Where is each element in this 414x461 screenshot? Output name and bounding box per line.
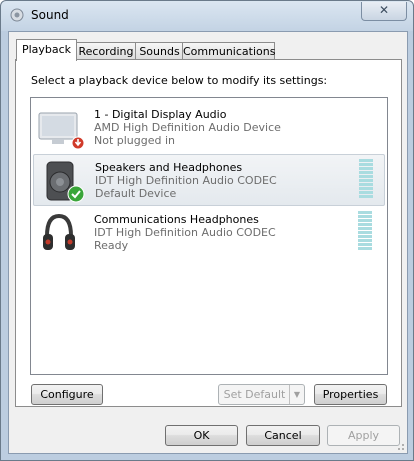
sound-dialog: Sound ✕ Playback Recording Sounds Commun… [0, 0, 414, 461]
configure-button[interactable]: Configure [31, 384, 103, 405]
tab-sounds[interactable]: Sounds [135, 42, 184, 60]
set-default-split-button: Set Default ▼ [218, 384, 305, 405]
close-button[interactable]: ✕ [361, 2, 407, 21]
button-label: OK [193, 429, 210, 442]
device-digital-display-audio[interactable]: 1 - Digital Display Audio AMD High Defin… [33, 102, 383, 152]
volume-meter [359, 159, 373, 201]
instruction-text: Select a playback device below to modify… [31, 74, 328, 87]
headphones-icon [43, 213, 75, 250]
resize-grip-icon[interactable] [395, 441, 405, 451]
button-label: Set Default [223, 388, 286, 401]
chevron-down-icon: ▼ [289, 385, 304, 404]
dialog-client-area: Playback Recording Sounds Communications… [8, 31, 408, 454]
playback-panel: Select a playback device below to modify… [15, 59, 402, 407]
device-name: 1 - Digital Display Audio [94, 108, 227, 121]
device-status: Ready [94, 239, 129, 252]
tab-playback[interactable]: Playback [16, 39, 77, 61]
button-label: Cancel [264, 429, 302, 442]
sound-app-icon [10, 8, 24, 22]
button-label: Configure [40, 388, 94, 401]
device-name: Speakers and Headphones [95, 161, 243, 174]
tab-label: Recording [78, 45, 134, 58]
tab-label: Sounds [139, 45, 180, 58]
device-communications-headphones[interactable]: Communications Headphones IDT High Defin… [33, 207, 383, 257]
unplugged-badge-icon [71, 136, 85, 150]
tab-recording[interactable]: Recording [75, 42, 137, 60]
device-speakers-and-headphones[interactable]: Speakers and Headphones IDT High Definit… [33, 154, 385, 206]
device-status: Default Device [95, 187, 177, 200]
title-bar[interactable]: Sound ✕ [1, 1, 413, 29]
tab-label: Communications [183, 45, 276, 58]
device-name: Communications Headphones [94, 213, 259, 226]
ok-button[interactable]: OK [165, 425, 238, 446]
window-title: Sound [31, 8, 69, 22]
button-label: Apply [347, 429, 380, 442]
device-list[interactable]: 1 - Digital Display Audio AMD High Defin… [30, 97, 388, 375]
close-icon: ✕ [378, 3, 390, 17]
default-check-icon [67, 185, 85, 203]
device-driver: IDT High Definition Audio CODEC [94, 226, 276, 239]
apply-button: Apply [327, 425, 400, 446]
tab-label: Playback [21, 43, 72, 56]
volume-meter [358, 211, 372, 253]
cancel-button[interactable]: Cancel [246, 425, 320, 446]
properties-button[interactable]: Properties [314, 384, 387, 405]
device-driver: IDT High Definition Audio CODEC [95, 174, 277, 187]
device-status: Not plugged in [94, 134, 176, 147]
device-driver: AMD High Definition Audio Device [94, 121, 281, 134]
tab-communications[interactable]: Communications [182, 42, 275, 60]
button-label: Properties [322, 388, 379, 401]
